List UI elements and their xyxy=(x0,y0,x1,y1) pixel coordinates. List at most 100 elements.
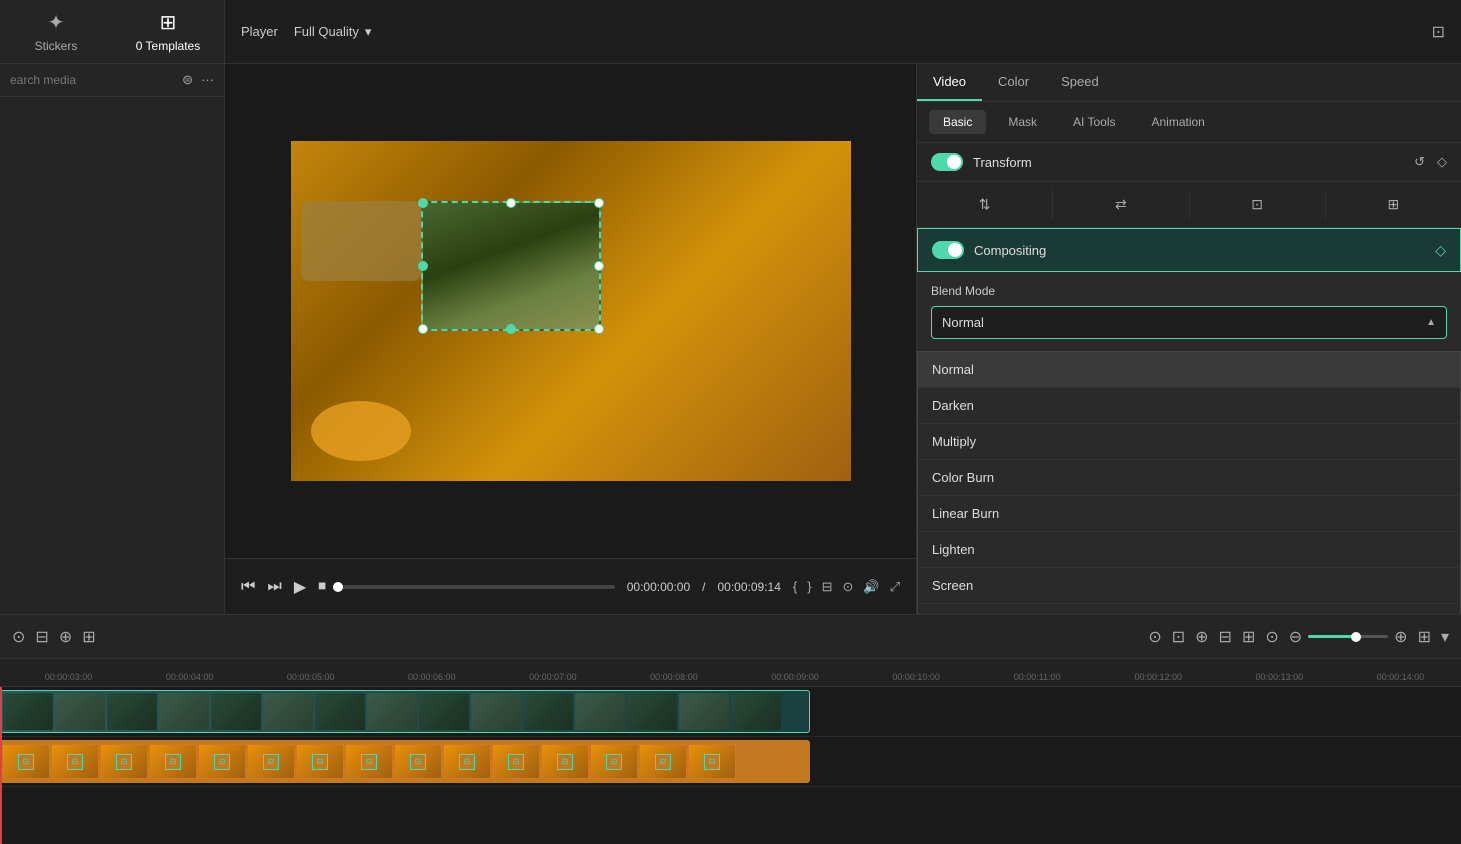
blend-option-normal[interactable]: Normal xyxy=(918,352,1460,388)
shield-icon[interactable]: ⊡ xyxy=(1172,627,1185,647)
handle-middle-right[interactable] xyxy=(594,261,604,271)
group-icon[interactable]: ⊟ xyxy=(1219,627,1232,647)
inner-video-frame[interactable] xyxy=(421,201,601,331)
pip-icon-3: ⊟ xyxy=(121,757,128,766)
orange-thumb-13: ⊟ xyxy=(590,744,638,779)
filter-icon[interactable]: ⊜ xyxy=(182,72,193,88)
subtab-mask[interactable]: Mask xyxy=(994,110,1051,134)
total-time: 00:00:09:14 xyxy=(718,580,781,594)
blend-option-darken[interactable]: Darken xyxy=(918,388,1460,424)
ruler-mark-5: 00:00:08:00 xyxy=(613,672,734,682)
diamond-reset-icon[interactable]: ◇ xyxy=(1437,154,1447,170)
orange-thumb-7: ⊟ xyxy=(296,744,344,779)
progress-thumb[interactable] xyxy=(333,582,343,592)
screen-icon[interactable]: ⊟ xyxy=(822,579,833,595)
timeline-section: ⊙ ⊟ ⊕ ⊞ ⊙ ⊡ ⊕ ⊟ ⊞ ⊙ ⊖ ⊕ ⊞ ▾ 00:00:03 xyxy=(0,614,1461,844)
zoom-out-button[interactable]: ⊖ xyxy=(1289,627,1302,647)
flip-h-button[interactable]: ⇄ xyxy=(1053,190,1189,219)
pip-icon-13: ⊟ xyxy=(611,757,618,766)
magnet-icon[interactable]: ⊕ xyxy=(59,627,72,647)
ruler-mark-9: 00:00:12:00 xyxy=(1098,672,1219,682)
blend-option-screen[interactable]: Screen xyxy=(918,568,1460,604)
timeline-toolbar: ⊙ ⊟ ⊕ ⊞ ⊙ ⊡ ⊕ ⊟ ⊞ ⊙ ⊖ ⊕ ⊞ ▾ xyxy=(0,615,1461,659)
blend-option-lighten[interactable]: Lighten xyxy=(918,532,1460,568)
tab-speed[interactable]: Speed xyxy=(1045,64,1115,101)
compositing-toggle[interactable] xyxy=(932,241,964,259)
zoom-in-button[interactable]: ⊕ xyxy=(1394,627,1407,647)
orange-thumb-3: ⊟ xyxy=(100,744,148,779)
thumb-12 xyxy=(575,693,625,730)
orange-thumb-2: ⊟ xyxy=(51,744,99,779)
handle-bottom-right[interactable] xyxy=(594,324,604,334)
subtab-animation[interactable]: Animation xyxy=(1137,110,1218,134)
time-divider: / xyxy=(702,580,705,594)
handle-top-right[interactable] xyxy=(594,198,604,208)
blend-option-multiply[interactable]: Multiply xyxy=(918,424,1460,460)
skip-back-button[interactable]: ⏭ xyxy=(267,578,281,596)
subtab-basic[interactable]: Basic xyxy=(929,110,986,134)
image-icon[interactable]: ⊡ xyxy=(1432,22,1445,42)
fullscreen-icon[interactable]: ⤢ xyxy=(890,579,900,595)
more-icon[interactable]: ··· xyxy=(201,72,214,88)
blend-mode-dropdown: Normal Darken Multiply Color Burn Linear… xyxy=(917,351,1461,614)
track-clip-orange[interactable]: ⊟ ⊟ ⊟ ⊟ xyxy=(0,740,810,783)
flip-v-button[interactable]: ⇅ xyxy=(917,190,1053,219)
handle-bottom-left[interactable] xyxy=(418,324,428,334)
pillow-element xyxy=(301,201,421,281)
track-clip-video[interactable] xyxy=(0,690,810,733)
templates-tab[interactable]: ⊞ 0 Templates xyxy=(112,0,224,63)
zoom-slider[interactable] xyxy=(1308,635,1388,638)
pip-icon-1: ⊟ xyxy=(23,757,30,766)
settings-icon[interactable]: ⊙ xyxy=(1148,627,1161,647)
playback-controls: ⏮ ⏭ ▶ ⏹ 00:00:00:00 / 00:00:09:14 { } ⊟ … xyxy=(225,558,916,614)
bracket-open-icon[interactable]: { xyxy=(793,579,797,594)
subtab-aitools[interactable]: AI Tools xyxy=(1059,110,1129,134)
volume-icon[interactable]: 🔊 xyxy=(863,579,879,595)
history-icon[interactable]: ⊙ xyxy=(12,627,25,647)
handle-top-left[interactable] xyxy=(418,198,428,208)
play-button[interactable]: ▶ xyxy=(294,577,306,597)
camera-icon[interactable]: ⊙ xyxy=(843,579,854,595)
progress-bar[interactable] xyxy=(338,585,615,589)
blend-option-linearburn[interactable]: Linear Burn xyxy=(918,496,1460,532)
grid-view-icon[interactable]: ⊞ xyxy=(1418,627,1431,647)
handle-bottom-center[interactable] xyxy=(506,324,516,334)
blend-option-colordodge[interactable]: Color Dodge xyxy=(918,604,1460,614)
orange-thumb-inner-4: ⊟ xyxy=(165,754,181,770)
tab-color[interactable]: Color xyxy=(982,64,1045,101)
stop-button[interactable]: ⏹ xyxy=(318,578,326,596)
crop-button[interactable]: ⊡ xyxy=(1190,190,1326,219)
capture-icon[interactable]: ⊙ xyxy=(1265,627,1278,647)
blend-mode-select[interactable]: Normal ▲ xyxy=(931,306,1447,339)
stickers-tab[interactable]: ✦ Stickers xyxy=(0,0,112,63)
tab-video[interactable]: Video xyxy=(917,64,982,101)
quality-select[interactable]: Full Quality ▾ xyxy=(294,24,372,40)
compositing-diamond-icon[interactable]: ◇ xyxy=(1435,242,1446,259)
orange-thumb-11: ⊟ xyxy=(492,744,540,779)
orange-thumb-inner-11: ⊟ xyxy=(508,754,524,770)
reset-icon[interactable]: ↺ xyxy=(1414,154,1425,170)
stickers-label: Stickers xyxy=(35,39,78,53)
stickers-icon: ✦ xyxy=(48,10,65,35)
transform-section: Transform ↺ ◇ ⇅ ⇄ ⊡ ⊞ xyxy=(917,143,1461,228)
player-bar-right: ⊡ xyxy=(1432,22,1445,42)
multi-track-icon[interactable]: ⊞ xyxy=(82,627,95,647)
ruler-mark-7: 00:00:10:00 xyxy=(856,672,977,682)
more-options-icon[interactable]: ▾ xyxy=(1441,627,1449,647)
pip-icon-6: ⊟ xyxy=(268,757,275,766)
fit-screen-icon[interactable]: ⊟ xyxy=(35,627,48,647)
timeline-playhead[interactable] xyxy=(0,687,2,844)
transform-toggle[interactable] xyxy=(931,153,963,171)
orange-thumb-5: ⊟ xyxy=(198,744,246,779)
pip-icon-15: ⊟ xyxy=(709,757,716,766)
step-back-button[interactable]: ⏮ xyxy=(241,578,255,596)
blend-option-colorburn[interactable]: Color Burn xyxy=(918,460,1460,496)
fit-button[interactable]: ⊞ xyxy=(1326,190,1461,219)
handle-top-center[interactable] xyxy=(506,198,516,208)
zoom-slider-thumb[interactable] xyxy=(1351,632,1361,642)
split-icon[interactable]: ⊞ xyxy=(1242,627,1255,647)
handle-middle-left[interactable] xyxy=(418,261,428,271)
orange-thumb-inner-8: ⊟ xyxy=(361,754,377,770)
bracket-close-icon[interactable]: } xyxy=(807,579,811,594)
mic-icon[interactable]: ⊕ xyxy=(1195,627,1208,647)
